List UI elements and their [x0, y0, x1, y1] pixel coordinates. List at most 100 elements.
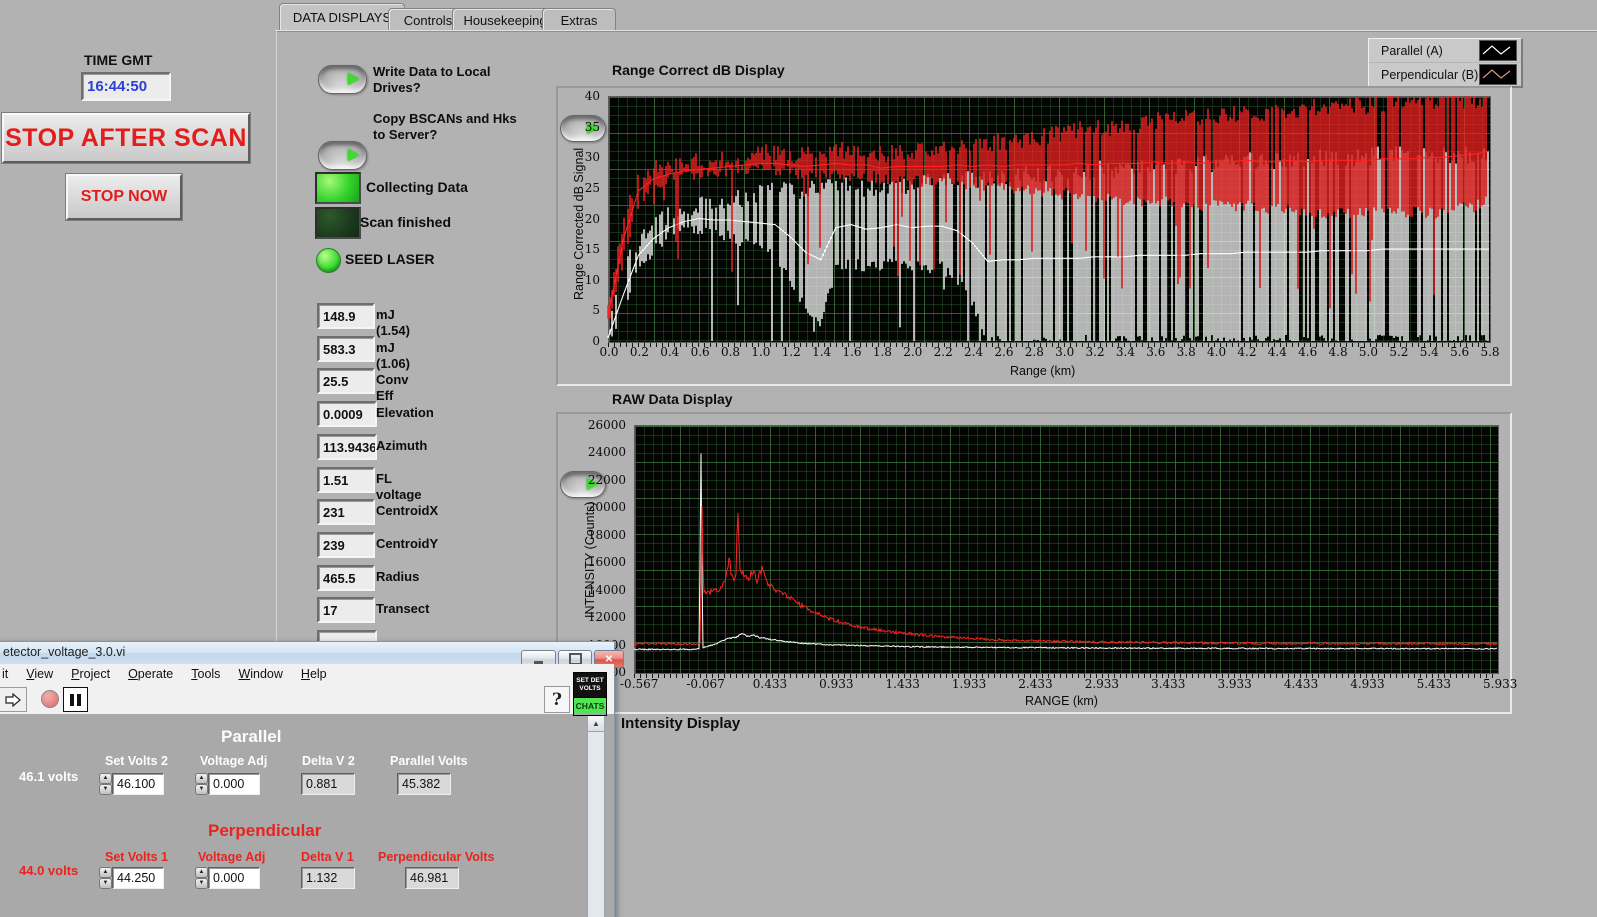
- intensity-display-label: Intensity Display: [621, 715, 741, 732]
- db-x-tick: 0.8: [720, 345, 741, 359]
- spin-up-icon[interactable]: ▲: [195, 773, 208, 784]
- raw-x-tick: 0.433: [752, 677, 788, 691]
- raw-series-Parallel: [633, 506, 1498, 647]
- db-x-tick: 4.4: [1267, 345, 1287, 359]
- menu-help[interactable]: Help: [292, 667, 336, 681]
- window-titlebar[interactable]: etector_voltage_3.0.vi ✕: [0, 642, 624, 668]
- legend-row-parallel[interactable]: Parallel (A): [1369, 39, 1521, 62]
- tab-extras[interactable]: Extras: [542, 8, 616, 31]
- raw-x-tick: -0.567: [620, 677, 659, 691]
- raw-x-tick: 2.433: [1018, 677, 1053, 691]
- menu-it[interactable]: it: [0, 667, 17, 681]
- stop-after-scan-button[interactable]: STOP AFTER SCAN: [2, 113, 250, 163]
- time-display: 16:44:50: [81, 72, 171, 101]
- raw-x-tick: 3.433: [1151, 677, 1186, 691]
- menu-window[interactable]: Window: [229, 667, 291, 681]
- input-voltage-adj[interactable]: 0.000: [208, 867, 260, 889]
- raw-chart-title: RAW Data Display: [612, 391, 733, 407]
- column-label-voltage-adj: Voltage Adj: [200, 754, 268, 768]
- stop-now-button[interactable]: STOP NOW: [66, 174, 182, 220]
- spin-down-icon[interactable]: ▼: [99, 784, 112, 795]
- raw-series-Perpendicular: [633, 453, 1498, 651]
- toggle-arrow-icon: [348, 149, 359, 161]
- db-x-tick: 1.4: [812, 345, 832, 359]
- time-gmt-label: TIME GMT: [84, 52, 153, 68]
- raw-x-tick: 5.933: [1483, 677, 1518, 691]
- column-label-delta-v-1: Delta V 1: [301, 850, 354, 864]
- window-menubar: it View Project Operate Tools Window Help: [0, 664, 614, 684]
- menu-project[interactable]: Project: [62, 667, 119, 681]
- write-data-toggle[interactable]: [318, 65, 367, 94]
- legend-row-perpendicular[interactable]: Perpendicular (B): [1369, 62, 1521, 86]
- db-y-tick: 15: [584, 242, 600, 257]
- raw-x-tick: 3.933: [1217, 677, 1252, 691]
- run-button[interactable]: [0, 687, 27, 712]
- help-button[interactable]: ?: [544, 686, 570, 713]
- raw-x-tick: 4.933: [1350, 677, 1385, 691]
- readout-value-radius: 465.5: [317, 565, 375, 591]
- raw-x-tick: 1.433: [885, 677, 920, 691]
- spin-down-icon[interactable]: ▼: [195, 784, 208, 795]
- db-x-tick: 2.0: [903, 345, 923, 359]
- spin-down-icon[interactable]: ▼: [195, 878, 208, 889]
- spinner-voltage-adj[interactable]: ▲ ▼: [195, 867, 208, 889]
- readout-label: CentroidY: [376, 536, 439, 551]
- legend-perpendicular-swatch: [1479, 64, 1517, 85]
- raw-x-tick: 5.433: [1416, 677, 1451, 691]
- pause-button[interactable]: [63, 687, 88, 712]
- spin-up-icon[interactable]: ▲: [99, 773, 112, 784]
- db-x-axis-title: Range (km): [1010, 364, 1076, 378]
- spinner-set-volts-2[interactable]: ▲ ▼: [99, 773, 112, 795]
- spinner-set-volts-1[interactable]: ▲ ▼: [99, 867, 112, 889]
- screen: TIME GMT 16:44:50 STOP AFTER SCAN STOP N…: [0, 0, 1597, 917]
- spin-up-icon[interactable]: ▲: [99, 867, 112, 878]
- readout-label: CentroidX: [376, 503, 439, 518]
- section-title-parallel: Parallel: [221, 727, 282, 746]
- copy-bscans-toggle[interactable]: [318, 141, 367, 170]
- scroll-up-icon[interactable]: ▲: [588, 715, 604, 732]
- abort-stop-icon: [41, 690, 59, 708]
- raw-x-tick: -0.067: [686, 677, 725, 691]
- readout-label: mJ (1.54): [376, 307, 410, 338]
- badge-chats: CHATS: [574, 697, 606, 714]
- column-label-voltage-adj: Voltage Adj: [198, 850, 266, 864]
- db-x-tick: 4.6: [1298, 345, 1318, 359]
- db-x-tick: 0.2: [629, 345, 649, 359]
- window-title: etector_voltage_3.0.vi: [3, 645, 126, 659]
- raw-x-tick: 4.433: [1283, 677, 1319, 691]
- input-set-volts-2[interactable]: 46.100: [112, 773, 164, 795]
- input-set-volts-1[interactable]: 44.250: [112, 867, 164, 889]
- readout-label: Radius: [376, 569, 420, 584]
- db-x-tick: 4.0: [1207, 345, 1227, 359]
- collecting-data-label: Collecting Data: [366, 179, 468, 195]
- db-x-tick: 2.4: [964, 345, 984, 359]
- tab-data-displays[interactable]: DATA DISPLAYS: [279, 3, 405, 31]
- indicator-perpendicular-volts: 46.981: [405, 867, 459, 889]
- vertical-scrollbar[interactable]: ▲: [587, 714, 605, 917]
- raw-y-tick: 12000: [587, 610, 626, 625]
- db-x-tick: 1.6: [842, 345, 862, 359]
- column-label-perpendicular-volts: Perpendicular Volts: [378, 850, 495, 864]
- indicator-delta-v-2: 0.881: [301, 773, 355, 795]
- window-toolbar: ?: [0, 683, 614, 715]
- spin-up-icon[interactable]: ▲: [195, 867, 208, 878]
- input-voltage-adj[interactable]: 0.000: [208, 773, 260, 795]
- spin-down-icon[interactable]: ▼: [99, 878, 112, 889]
- toggle-arrow-icon: [348, 73, 359, 85]
- db-y-tick: 10: [584, 272, 600, 287]
- write-data-label: Write Data to Local Drives?: [373, 64, 491, 95]
- db-x-tick: 3.0: [1055, 345, 1075, 359]
- menu-operate[interactable]: Operate: [119, 667, 182, 681]
- front-panel: Parallel 46.1 volts Set Volts 2 Voltage Adj…: [0, 714, 614, 917]
- legend-parallel-swatch: [1479, 40, 1517, 61]
- abort-button[interactable]: [41, 690, 59, 708]
- menu-tools[interactable]: Tools: [182, 667, 229, 681]
- help-question-icon: ?: [552, 689, 562, 710]
- menu-view[interactable]: View: [17, 667, 62, 681]
- raw-x-tick: 2.933: [1084, 677, 1120, 691]
- column-label-delta-v-2: Delta V 2: [302, 754, 355, 768]
- spinner-voltage-adj[interactable]: ▲ ▼: [195, 773, 208, 795]
- scan-finished-led: [315, 207, 361, 239]
- db-x-tick: 5.6: [1450, 345, 1470, 359]
- readout-value-azimuth: 113.9436: [317, 434, 377, 460]
